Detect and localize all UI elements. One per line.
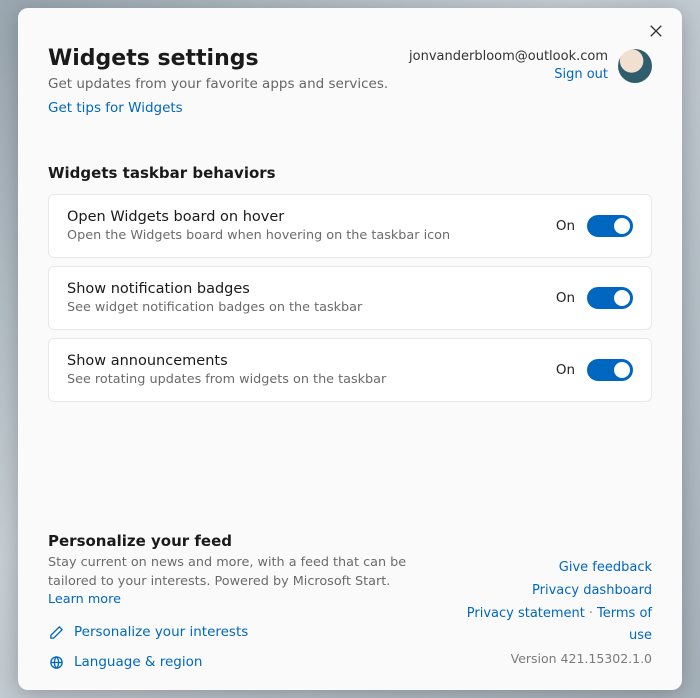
- tips-link[interactable]: Get tips for Widgets: [48, 100, 183, 116]
- card-notification-badges: Show notification badges See widget noti…: [48, 266, 652, 330]
- header-row: Widgets settings Get updates from your f…: [48, 46, 652, 116]
- card-desc: Open the Widgets board when hovering on …: [67, 228, 450, 243]
- globe-icon: [48, 654, 64, 670]
- title-block: Widgets settings Get updates from your f…: [48, 46, 388, 116]
- avatar[interactable]: [618, 49, 652, 83]
- separator-dot: ·: [585, 606, 597, 621]
- version-label: Version 421.15302.1.0: [448, 648, 652, 670]
- account-email: jonvanderbloom@outlook.com: [409, 48, 608, 66]
- account-text: jonvanderbloom@outlook.com Sign out: [409, 48, 608, 84]
- card-desc: See widget notification badges on the ta…: [67, 300, 362, 315]
- toggle-state-label: On: [556, 218, 575, 234]
- close-button[interactable]: [646, 22, 666, 42]
- card-title: Show announcements: [67, 353, 386, 369]
- sign-out-link[interactable]: Sign out: [409, 66, 608, 84]
- page-subtitle: Get updates from your favorite apps and …: [48, 75, 388, 94]
- personalize-interests-link[interactable]: Personalize your interests: [48, 624, 428, 640]
- card-desc: See rotating updates from widgets on the…: [67, 372, 386, 387]
- privacy-dashboard-link[interactable]: Privacy dashboard: [532, 583, 652, 598]
- footer-right: Give feedback Privacy dashboard Privacy …: [448, 557, 652, 670]
- taskbar-cards: Open Widgets board on hover Open the Wid…: [48, 194, 652, 402]
- page-title: Widgets settings: [48, 46, 388, 71]
- toggle-open-on-hover[interactable]: [587, 215, 633, 237]
- toggle-state-label: On: [556, 362, 575, 378]
- personalize-desc: Stay current on news and more, with a fe…: [48, 554, 428, 610]
- settings-panel: Widgets settings Get updates from your f…: [18, 8, 682, 690]
- pencil-icon: [48, 624, 64, 640]
- language-region-link[interactable]: Language & region: [48, 654, 428, 670]
- account-block: jonvanderbloom@outlook.com Sign out: [409, 48, 652, 84]
- toggle-notification-badges[interactable]: [587, 287, 633, 309]
- card-title: Open Widgets board on hover: [67, 209, 450, 225]
- give-feedback-link[interactable]: Give feedback: [559, 560, 652, 575]
- toggle-state-label: On: [556, 290, 575, 306]
- card-open-on-hover: Open Widgets board on hover Open the Wid…: [48, 194, 652, 258]
- personalize-desc-text: Stay current on news and more, with a fe…: [48, 555, 406, 589]
- footer-left: Personalize your feed Stay current on ne…: [48, 532, 428, 670]
- toggle-announcements[interactable]: [587, 359, 633, 381]
- privacy-statement-link[interactable]: Privacy statement: [467, 606, 585, 621]
- card-title: Show notification badges: [67, 281, 362, 297]
- link-label: Language & region: [74, 654, 202, 670]
- link-label: Personalize your interests: [74, 624, 248, 640]
- learn-more-link[interactable]: Learn more: [48, 592, 121, 607]
- personalize-title: Personalize your feed: [48, 532, 428, 550]
- footer: Personalize your feed Stay current on ne…: [48, 532, 652, 670]
- taskbar-section-title: Widgets taskbar behaviors: [48, 164, 652, 182]
- terms-of-use-link[interactable]: Terms of use: [597, 606, 652, 644]
- card-announcements: Show announcements See rotating updates …: [48, 338, 652, 402]
- close-icon: [649, 23, 663, 42]
